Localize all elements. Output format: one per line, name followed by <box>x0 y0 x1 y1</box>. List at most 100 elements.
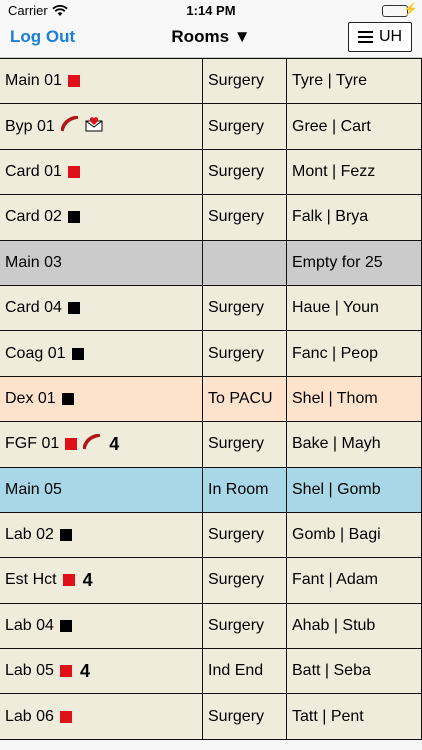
table-row[interactable]: Lab 06 Surgery Tatt | Pent <box>0 694 422 740</box>
black-square-icon <box>67 211 80 224</box>
table-row[interactable]: Main 05 In Room Shel | Gomb <box>0 467 422 513</box>
red-square-icon <box>67 75 80 88</box>
staff-names-cell: Bake | Mayh <box>287 422 422 467</box>
menu-button[interactable]: UH <box>348 22 412 52</box>
status-cell: In Room <box>203 467 287 512</box>
black-square-icon <box>71 347 84 360</box>
table-row[interactable]: FGF 01 4 Surgery Bake | Mayh <box>0 422 422 468</box>
status-cell <box>203 240 287 285</box>
black-square-icon <box>59 529 72 542</box>
status-cell: Surgery <box>203 603 287 649</box>
red-square-icon <box>59 710 72 723</box>
status-cell: To PACU <box>203 376 287 422</box>
status-cell: Surgery <box>203 104 287 149</box>
room-cell: Card 02 <box>0 195 203 240</box>
status-bar: Carrier 1:14 PM ⚡ <box>0 0 422 22</box>
curved-line-icon <box>60 115 79 137</box>
staff-names-cell: Tyre | Tyre <box>287 59 422 104</box>
room-cell: FGF 01 4 <box>0 422 203 467</box>
room-name: Card 02 <box>5 208 62 226</box>
red-square-icon <box>62 574 75 587</box>
count-badge: 4 <box>79 660 90 681</box>
table-row[interactable]: Card 04 Surgery Haue | Youn <box>0 285 422 332</box>
room-cell: Lab 02 <box>0 512 203 558</box>
charging-bolt-icon: ⚡ <box>403 2 418 16</box>
table-row[interactable]: Dex 01 To PACU Shel | Thom <box>0 376 422 423</box>
staff-names-cell: Tatt | Pent <box>287 694 422 739</box>
room-cell: Lab 04 <box>0 603 203 649</box>
staff-names-cell: Mont | Fezz <box>287 149 422 195</box>
staff-names-cell: Falk | Brya <box>287 195 422 240</box>
table-row[interactable]: Lab 05 4 Ind End Batt | Seba <box>0 649 422 695</box>
table-row[interactable]: Lab 04 Surgery Ahab | Stub <box>0 603 422 650</box>
room-cell: Coag 01 <box>0 331 203 376</box>
room-cell: Card 04 <box>0 285 203 331</box>
staff-names-cell: Shel | Gomb <box>287 467 422 512</box>
status-cell: Surgery <box>203 512 287 558</box>
room-cell: Card 01 <box>0 149 203 195</box>
room-name: Card 01 <box>5 162 62 180</box>
staff-names-cell: Gomb | Bagi <box>287 512 422 558</box>
room-name: Est Hct <box>5 571 57 589</box>
room-cell: Main 03 <box>0 240 203 285</box>
room-name: Dex 01 <box>5 389 56 407</box>
count-badge: 4 <box>82 569 93 590</box>
black-square-icon <box>67 302 80 315</box>
table-row[interactable]: Byp 01 Surgery Gree | Cart <box>0 104 422 150</box>
black-square-icon <box>61 392 74 405</box>
table-row[interactable]: Lab 02 Surgery Gomb | Bagi <box>0 512 422 559</box>
red-square-icon <box>67 165 80 178</box>
room-cell: Lab 05 4 <box>0 649 203 694</box>
staff-names-cell: Ahab | Stub <box>287 603 422 649</box>
room-cell: Main 05 <box>0 467 203 512</box>
staff-names-cell: Empty for 25 <box>287 240 422 285</box>
staff-names-cell: Fant | Adam <box>287 558 422 603</box>
clock: 1:14 PM <box>186 3 236 18</box>
hamburger-icon <box>357 31 373 43</box>
status-cell: Surgery <box>203 694 287 739</box>
table-row[interactable]: Main 03 Empty for 25 <box>0 240 422 286</box>
status-cell: Surgery <box>203 558 287 603</box>
black-square-icon <box>59 619 72 632</box>
room-cell: Byp 01 <box>0 104 203 149</box>
room-name: Byp 01 <box>5 117 55 135</box>
staff-names-cell: Gree | Cart <box>287 104 422 149</box>
room-cell: Main 01 <box>0 59 203 104</box>
navigation-bar: Log Out Rooms ▼ UH <box>0 22 422 58</box>
table-row[interactable]: Card 01 Surgery Mont | Fezz <box>0 149 422 196</box>
table-row[interactable]: Coag 01 Surgery Fanc | Peop <box>0 331 422 377</box>
red-square-icon <box>59 665 72 678</box>
status-cell: Surgery <box>203 285 287 331</box>
room-name: Main 03 <box>5 253 62 271</box>
log-out-button[interactable]: Log Out <box>10 27 75 47</box>
heart-envelope-icon <box>85 116 103 137</box>
room-name: Card 04 <box>5 299 62 317</box>
status-cell: Surgery <box>203 149 287 195</box>
table-row[interactable]: Card 02 Surgery Falk | Brya <box>0 195 422 241</box>
table-row[interactable]: Est Hct 4 Surgery Fant | Adam <box>0 558 422 604</box>
room-name: Lab 06 <box>5 707 54 725</box>
status-cell: Surgery <box>203 331 287 376</box>
room-name: Lab 04 <box>5 616 54 634</box>
curved-line-icon <box>82 433 101 455</box>
room-name: Lab 02 <box>5 526 54 544</box>
count-badge: 4 <box>109 433 120 454</box>
room-name: Coag 01 <box>5 344 66 362</box>
staff-names-cell: Batt | Seba <box>287 649 422 694</box>
red-square-icon <box>65 438 78 451</box>
staff-names-cell: Haue | Youn <box>287 285 422 331</box>
menu-button-label: UH <box>378 28 403 45</box>
room-name: Main 05 <box>5 480 62 498</box>
table-row[interactable]: Main 01 Surgery Tyre | Tyre <box>0 59 422 105</box>
staff-names-cell: Shel | Thom <box>287 376 422 422</box>
rooms-dropdown-title[interactable]: Rooms ▼ <box>171 27 250 47</box>
status-cell: Surgery <box>203 422 287 467</box>
room-cell: Dex 01 <box>0 376 203 422</box>
staff-names-cell: Fanc | Peop <box>287 331 422 376</box>
room-cell: Lab 06 <box>0 694 203 739</box>
status-cell: Surgery <box>203 59 287 104</box>
status-cell: Ind End <box>203 649 287 694</box>
room-name: Main 01 <box>5 72 62 90</box>
status-cell: Surgery <box>203 195 287 240</box>
room-cell: Est Hct 4 <box>0 558 203 603</box>
